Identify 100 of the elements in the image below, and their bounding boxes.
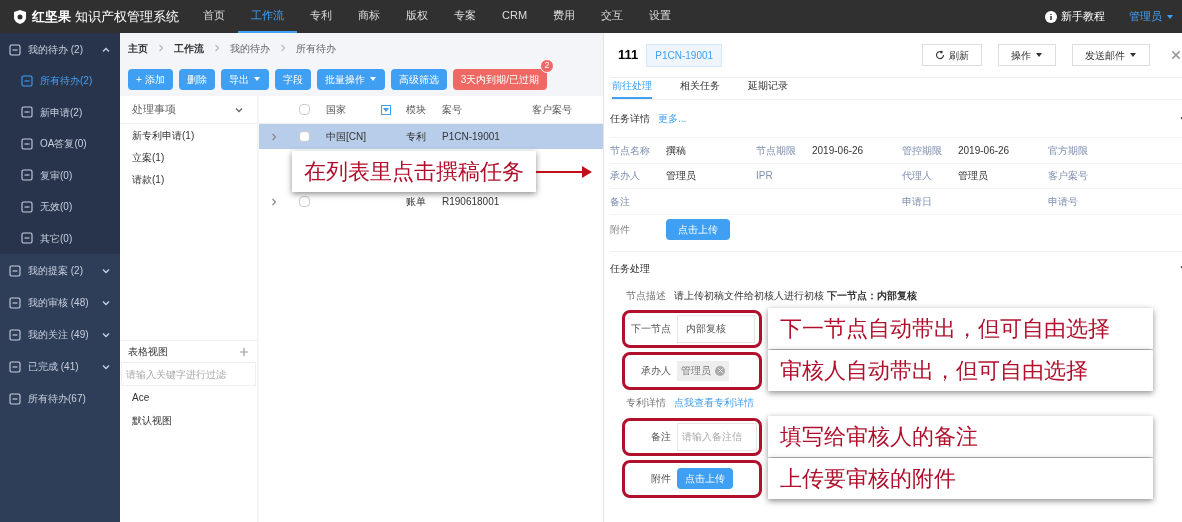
expand-icon[interactable]: [269, 196, 279, 207]
breadcrumb-link[interactable]: 我的待办: [230, 40, 270, 56]
sidebar-item[interactable]: 新申请(2): [0, 96, 120, 128]
field-label: 下一节点: [630, 322, 671, 336]
checkbox[interactable]: [298, 196, 310, 207]
filter-header[interactable]: 处理事项: [120, 96, 257, 124]
caret-icon: [252, 75, 261, 83]
breadcrumb-link[interactable]: 工作流: [174, 40, 204, 56]
field-label: 备注: [610, 195, 630, 207]
section-title: 任务处理: [610, 261, 651, 276]
field-label: 专利详情: [626, 396, 666, 410]
remark-input[interactable]: 请输入备注信: [677, 422, 757, 451]
add-icon[interactable]: [239, 346, 249, 357]
refresh-icon: [935, 50, 945, 60]
checkbox[interactable]: [298, 104, 310, 115]
field-label: 代理人: [902, 170, 932, 182]
caret-icon: [1129, 51, 1137, 59]
expand-icon[interactable]: [269, 131, 279, 142]
separator-icon: [278, 43, 288, 53]
separator-icon: [212, 43, 222, 53]
item-icon: [20, 168, 34, 183]
field-label: 节点名称: [610, 144, 650, 156]
breadcrumb-link[interactable]: 所有待办: [296, 40, 336, 56]
shield-logo-icon: [12, 8, 28, 25]
field-label: 申请日: [902, 195, 932, 207]
info-icon: [1045, 10, 1057, 23]
field-label: 节点期限: [756, 144, 796, 156]
sidebar-item[interactable]: 复审(0): [0, 159, 120, 191]
list-icon: [8, 295, 22, 310]
table-row[interactable]: 账单 R190618001: [259, 189, 603, 214]
detail-tab[interactable]: 相关任务: [680, 78, 720, 99]
tutorial-link[interactable]: 新手教程: [1061, 8, 1105, 25]
filter-item[interactable]: 新专利申请(1): [120, 124, 257, 146]
sidebar-item[interactable]: 所有待办(2): [0, 65, 120, 97]
action-button[interactable]: 发送邮件: [1072, 44, 1150, 66]
nav-tab[interactable]: 交互: [588, 0, 637, 33]
user-menu[interactable]: 管理员: [1129, 8, 1174, 25]
nav-tab[interactable]: 设置: [636, 0, 685, 33]
remove-icon[interactable]: [716, 367, 724, 374]
sidebar-group[interactable]: 我的待办 (2): [0, 34, 120, 65]
sidebar-item[interactable]: 无效(0): [0, 191, 120, 223]
views-title: 表格视图: [128, 345, 169, 359]
separator-icon: [156, 43, 166, 53]
item-icon: [20, 73, 34, 88]
list-icon: [8, 263, 22, 278]
table-cell: 账单: [406, 196, 426, 207]
filter-item[interactable]: 请款(1): [120, 168, 257, 190]
column-header: 国家: [326, 103, 347, 117]
item-icon: [20, 231, 34, 246]
select-field[interactable]: 内部复核: [677, 314, 755, 343]
table-cell: P1CN-19001: [442, 131, 500, 142]
breadcrumb-link[interactable]: 主页: [128, 40, 148, 56]
detail-tab[interactable]: 延期记录: [748, 78, 788, 99]
table-row[interactable]: 中国[CN] 专利 P1CN-19001: [259, 124, 603, 149]
checkbox[interactable]: [298, 131, 310, 142]
list-icon: [8, 359, 22, 374]
table-cell: 专利: [406, 131, 426, 142]
item-icon: [20, 136, 34, 151]
view-item[interactable]: 默认视图: [120, 409, 257, 432]
nav-tab[interactable]: CRM: [489, 0, 541, 33]
close-icon[interactable]: [1170, 49, 1182, 61]
column-header: 客户案号: [532, 104, 572, 115]
nav-tab[interactable]: 专利: [297, 0, 345, 33]
field-label: 申请号: [1048, 195, 1078, 207]
caret-icon: [1035, 51, 1043, 59]
nav-tab[interactable]: 版权: [393, 0, 441, 33]
case-tag: P1CN-19001: [646, 43, 723, 67]
callout-box: 下一节点自动带出，但可自由选择: [768, 308, 1153, 349]
caret-icon: [1166, 12, 1174, 21]
sidebar-group[interactable]: 我的关注 (49): [0, 319, 120, 350]
nav-tab[interactable]: 费用: [540, 0, 589, 33]
field-label: 附件: [650, 472, 671, 486]
sidebar-item[interactable]: 其它(0): [0, 222, 120, 254]
callout-box: 上传要审核的附件: [768, 458, 1153, 499]
sidebar-group[interactable]: 我的提案 (2): [0, 255, 120, 286]
nav-tab[interactable]: 商标: [345, 0, 393, 33]
sidebar-group[interactable]: 已完成 (41): [0, 351, 120, 382]
list-icon: [8, 327, 22, 342]
node-description: 请上传初稿文件给初核人进行初核 下一节点：内部复核: [674, 289, 917, 303]
list-icon: [8, 42, 22, 57]
field-label: 管控期限: [902, 144, 942, 156]
assignee-tag[interactable]: 管理员: [677, 360, 729, 381]
field-value: 管理员: [666, 169, 696, 184]
sidebar-group[interactable]: 所有待办(67): [0, 383, 120, 414]
field-value: 2019-06-26: [958, 143, 1010, 158]
field-value: 撰稿: [666, 143, 686, 158]
sidebar-group[interactable]: 我的审核 (48): [0, 287, 120, 318]
action-button[interactable]: 刷新: [922, 44, 982, 66]
sidebar-item[interactable]: OA答复(0): [0, 128, 120, 160]
field-label: 官方期限: [1048, 144, 1088, 156]
task-number: 111: [618, 46, 639, 65]
filter-item[interactable]: 立案(1): [120, 146, 257, 168]
filter-input[interactable]: 请输入关键字进行过滤: [121, 362, 256, 386]
item-icon: [20, 199, 34, 214]
filter-icon[interactable]: [381, 104, 391, 115]
nav-tab[interactable]: 专案: [441, 0, 489, 33]
action-button[interactable]: 操作: [998, 44, 1056, 66]
nav-tab[interactable]: 首页: [190, 0, 238, 33]
view-item[interactable]: Ace: [120, 386, 257, 409]
list-icon: [8, 391, 22, 406]
